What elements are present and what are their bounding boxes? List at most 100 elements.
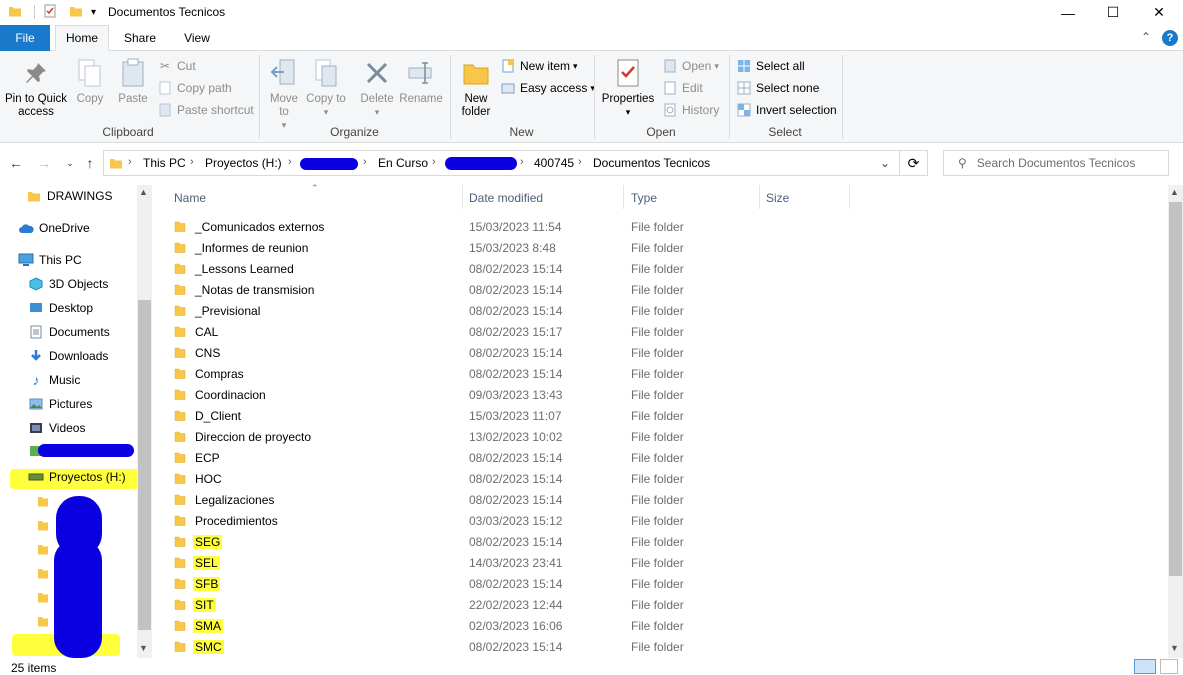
table-row[interactable]: SFB 08/02/2023 15:14 File folder [170,573,852,594]
nav-item-proyectos[interactable]: Proyectos (H:) [28,466,126,488]
rename-button[interactable]: Rename [399,55,443,106]
column-header-date[interactable]: Date modified [461,183,623,213]
scroll-up-icon[interactable]: ▲ [1170,187,1179,197]
pin-to-quick-access-button[interactable]: Pin to Quick access [2,55,70,119]
table-row[interactable]: _Lessons Learned 08/02/2023 15:14 File fol… [170,258,852,279]
chevron-right-icon[interactable]: › [520,156,524,168]
table-row[interactable]: SEG 08/02/2023 15:14 File folder [170,531,852,552]
copy-to-button[interactable]: Copy to ▾ [306,55,346,119]
customize-toolbar-icon[interactable]: ▾ [91,7,96,18]
file-name[interactable]: SFB [193,577,221,591]
table-row[interactable]: SEL 14/03/2023 23:41 File folder [170,552,852,573]
edit-button[interactable]: Edit [662,78,703,98]
table-row[interactable]: _Previsional 08/02/2023 15:14 File folder [170,300,852,321]
column-header-type[interactable]: Type [623,183,759,213]
address-dropdown-icon[interactable]: ⌄ [880,156,890,170]
nav-item-desktop[interactable]: Desktop [28,297,93,319]
select-none-button[interactable]: Select none [736,78,819,98]
file-name[interactable]: _Notas de transmision [195,283,314,297]
file-list-scrollbar-thumb[interactable] [1169,202,1182,576]
table-row[interactable]: D_Client 15/03/2023 11:07 File folder [170,405,852,426]
breadcrumb-400745[interactable]: 400745 [534,156,574,170]
tab-view[interactable]: View [172,25,222,51]
file-name[interactable]: Direccion de proyecto [195,430,311,444]
paste-shortcut-button[interactable]: Paste shortcut [157,100,254,120]
breadcrumb-documentos-tecnicos[interactable]: Documentos Tecnicos [593,156,710,170]
scroll-down-icon[interactable]: ▼ [1170,643,1179,653]
table-row[interactable]: SMA 02/03/2023 16:06 File folder [170,615,852,636]
properties-icon[interactable] [43,4,57,21]
move-to-button[interactable]: Move to ▾ [264,55,304,132]
file-name[interactable]: SMC [193,640,224,654]
nav-item-3d-objects[interactable]: 3D Objects [28,273,108,295]
file-name[interactable]: Compras [195,367,244,381]
chevron-right-icon[interactable]: › [128,156,132,168]
breadcrumb-proyectos[interactable]: Proyectos (H:) [205,156,282,170]
chevron-right-icon[interactable]: › [363,156,367,168]
table-row[interactable]: Compras 08/02/2023 15:14 File folder [170,363,852,384]
table-row[interactable]: CAL 08/02/2023 15:17 File folder [170,321,852,342]
file-name[interactable]: HOC [195,472,222,486]
select-all-button[interactable]: Select all [736,56,805,76]
copy-path-button[interactable]: Copy path [157,78,232,98]
column-header-size[interactable]: Size [758,183,850,213]
recent-locations-icon[interactable]: ⌄ [60,153,80,173]
nav-item-pictures[interactable]: Pictures [28,393,92,415]
new-folder-icon[interactable] [69,4,83,21]
table-row[interactable]: SMC 08/02/2023 15:14 File folder [170,636,852,657]
nav-item-this-pc[interactable]: This PC [18,249,82,271]
large-icons-view-icon[interactable] [1160,659,1178,674]
nav-pane-scrollbar-thumb[interactable] [138,300,151,630]
table-row[interactable]: CNS 08/02/2023 15:14 File folder [170,342,852,363]
table-row[interactable]: Coordinacion 09/03/2023 13:43 File folder [170,384,852,405]
refresh-icon[interactable]: ⟳ [900,150,928,176]
address-bar[interactable]: › This PC › Proyectos (H:) › › En Curso … [103,150,900,176]
file-name[interactable]: _Previsional [195,304,260,318]
file-name[interactable]: SIT [193,598,216,612]
back-arrow-icon[interactable]: ← [6,153,26,173]
table-row[interactable]: _Informes de reunion 15/03/2023 8:48 File … [170,237,852,258]
tab-home[interactable]: Home [55,25,109,51]
chevron-right-icon[interactable]: › [288,156,292,168]
cut-button[interactable]: ✂ Cut [157,56,196,76]
help-icon[interactable]: ? [1162,30,1178,46]
table-row[interactable]: HOC 08/02/2023 15:14 File folder [170,468,852,489]
column-header-name[interactable]: Name [166,183,463,213]
collapse-ribbon-icon[interactable]: ⌃ [1141,30,1151,44]
table-row[interactable]: _Notas de transmision 08/02/2023 15:14 Fil… [170,279,852,300]
nav-item-music[interactable]: ♪ Music [28,369,81,391]
nav-item-drawings[interactable]: DRAWINGS [26,185,113,207]
invert-selection-button[interactable]: Invert selection [736,100,837,120]
table-row[interactable]: Direccion de proyecto 13/02/2023 10:02 Fil… [170,426,852,447]
file-name[interactable]: CNS [195,346,220,360]
table-row[interactable]: Legalizaciones 08/02/2023 15:14 File folde… [170,489,852,510]
file-name[interactable]: SEG [193,535,223,549]
new-folder-button[interactable]: New folder [455,55,497,119]
easy-access-button[interactable]: Easy access ▾ [500,78,595,98]
tab-file[interactable]: File [0,25,50,51]
minimize-button[interactable]: — [1045,0,1091,25]
file-name[interactable]: _Lessons Learned [195,262,294,276]
file-name[interactable]: ECP [195,451,220,465]
breadcrumb-en-curso[interactable]: En Curso [378,156,428,170]
new-item-button[interactable]: New item ▾ [500,56,578,76]
table-row[interactable]: ECP 08/02/2023 15:14 File folder [170,447,852,468]
details-view-icon[interactable] [1134,659,1156,674]
nav-item-videos[interactable]: Videos [28,417,85,439]
copy-button[interactable]: Copy [72,55,108,106]
file-name[interactable]: Procedimientos [195,514,278,528]
breadcrumb-this-pc[interactable]: This PC [143,156,186,170]
paste-button[interactable]: Paste [114,55,152,106]
delete-button[interactable]: Delete ▾ [357,55,397,119]
up-arrow-icon[interactable]: ↑ [80,153,100,173]
file-name[interactable]: SMA [193,619,224,633]
file-name[interactable]: D_Client [195,409,241,423]
file-name[interactable]: Legalizaciones [195,493,274,507]
scroll-down-icon[interactable]: ▼ [139,643,148,653]
properties-button[interactable]: Properties ▾ [599,55,657,119]
chevron-right-icon[interactable]: › [190,156,194,168]
chevron-right-icon[interactable]: › [432,156,436,168]
open-button[interactable]: Open ▾ [662,56,719,76]
file-name[interactable]: _Informes de reunion [195,241,308,255]
table-row[interactable]: _Comunicados externos 15/03/2023 11:54 Fil… [170,216,852,237]
